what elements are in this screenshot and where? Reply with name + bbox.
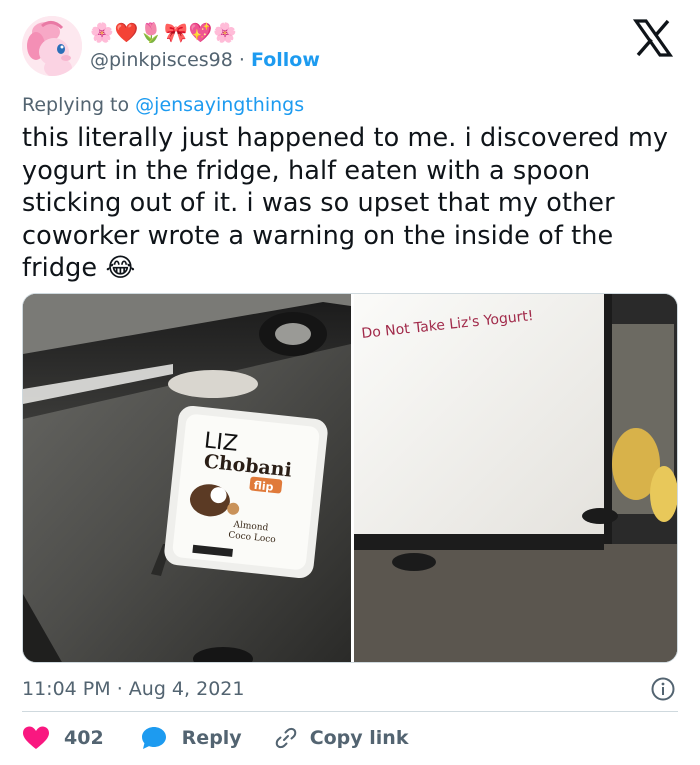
reply-prefix: Replying to — [22, 94, 130, 116]
like-button[interactable]: 402 — [22, 725, 104, 751]
emoji: 🌸 — [213, 22, 238, 44]
divider — [22, 711, 678, 712]
like-count: 402 — [64, 727, 104, 749]
emoji: 🌷 — [139, 22, 164, 44]
separator-dot: · — [116, 678, 123, 700]
reply-label: Reply — [181, 727, 242, 749]
timestamp: 11:04 PM · Aug 4, 2021 — [22, 676, 244, 702]
x-logo-icon[interactable] — [632, 19, 674, 57]
reply-context: Replying to @jensayingthings — [22, 92, 304, 118]
laughing-emoji: 😂 — [105, 253, 136, 283]
emoji: ❤️ — [114, 22, 139, 44]
tweet-text-line: this literally just happened to me. i di… — [22, 123, 669, 153]
tweet-text-line: coworker wrote a warning on the inside o… — [22, 220, 614, 251]
media-grid: LIZ Chobani flip Almond Coco Loco Do Not… — [22, 293, 678, 663]
photo-yogurt-cup[interactable]: LIZ Chobani flip Almond Coco Loco — [23, 294, 351, 662]
copy-link-label: Copy link — [309, 727, 409, 749]
action-bar: 402 Reply Copy link — [22, 723, 408, 753]
avatar[interactable] — [22, 16, 82, 76]
tweet-text-line: fridge — [22, 253, 98, 283]
lid-sub-brand: flip — [253, 479, 274, 494]
photo-fridge-note[interactable]: Do Not Take Liz's Yogurt! — [354, 294, 677, 662]
tweet-text-line: yogurt in the fridge, half eaten with a … — [22, 155, 591, 186]
reply-bubble-icon — [140, 725, 168, 751]
display-name-emojis[interactable]: 🌸 ❤️ 🌷 🎀 💖 🌸 — [90, 20, 237, 46]
follow-button[interactable]: Follow — [251, 49, 320, 71]
reply-mention-link[interactable]: @jensayingthings — [135, 94, 304, 116]
tweet-text-line: sticking out of it. i was so upset that … — [22, 188, 615, 218]
tweet-card: 🌸 ❤️ 🌷 🎀 💖 🌸 @pinkpisces98 · Follow Repl… — [0, 0, 700, 765]
tweet-time[interactable]: 11:04 PM — [22, 678, 111, 700]
tweet-text: this literally just happened to me. i di… — [22, 122, 682, 285]
reply-button[interactable]: Reply — [140, 725, 242, 751]
tweet-date[interactable]: Aug 4, 2021 — [129, 678, 245, 700]
heart-icon — [22, 725, 50, 751]
tweet-text-line-last: fridge 😂 — [22, 252, 682, 285]
link-icon — [274, 726, 298, 750]
copy-link-button[interactable]: Copy link — [274, 726, 409, 750]
info-icon[interactable] — [650, 676, 676, 702]
emoji: 🌸 — [90, 22, 114, 44]
handle-row: @pinkpisces98 · Follow — [90, 47, 320, 73]
user-handle[interactable]: @pinkpisces98 — [90, 49, 233, 71]
emoji: 🎀 — [164, 22, 188, 44]
emoji: 💖 — [188, 22, 213, 44]
separator-dot: · — [238, 49, 245, 71]
